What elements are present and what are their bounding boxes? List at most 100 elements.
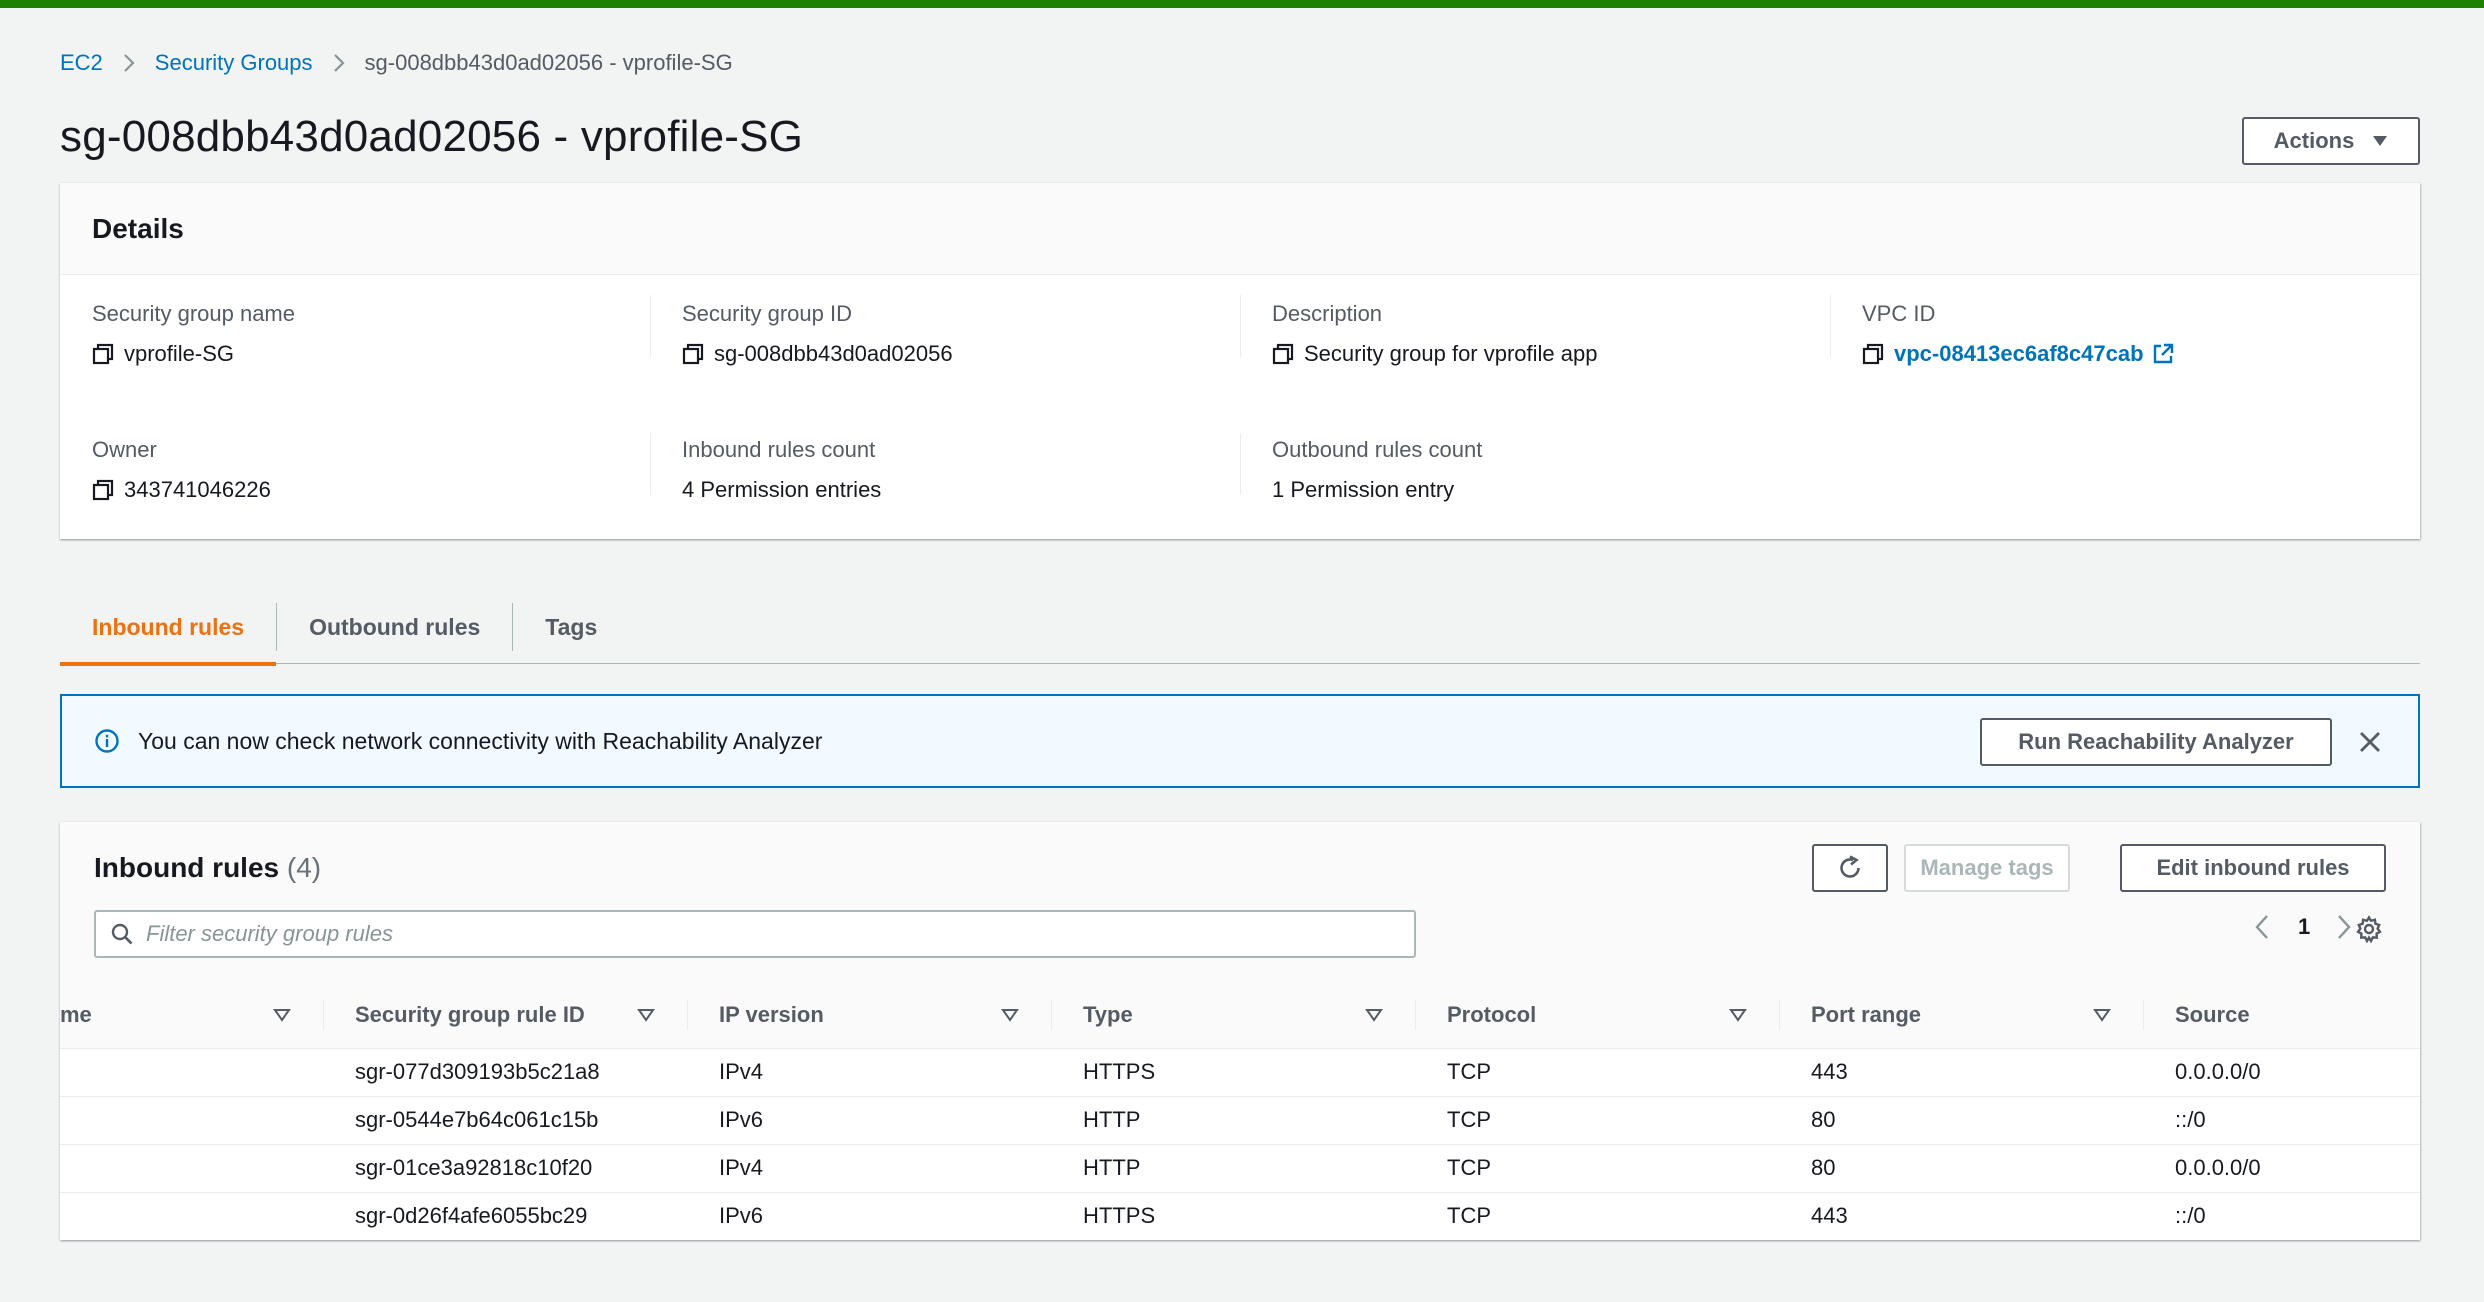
cell-protocol: TCP: [1415, 1144, 1779, 1193]
cell-protocol: TCP: [1415, 1096, 1779, 1145]
page-title: sg-008dbb43d0ad02056 - vprofile-SG: [60, 112, 804, 161]
details-title: Details: [92, 212, 184, 244]
col-header-rule-id[interactable]: Security group rule ID: [323, 982, 687, 1049]
col-header-label: Source: [2175, 1001, 2250, 1027]
outbound-count-field: Outbound rules count 1 Permission entry: [1272, 437, 1482, 503]
cell-name: [60, 1144, 323, 1193]
col-header-protocol[interactable]: Protocol: [1415, 982, 1779, 1049]
breadcrumb-security-groups[interactable]: Security Groups: [155, 50, 313, 76]
sg-name-field: Security group name vprofile-SG: [92, 301, 295, 367]
refresh-icon: [1836, 854, 1864, 882]
inbound-rules-panel: Inbound rules (4) Manage tags Edit inbou…: [60, 822, 2420, 1240]
vpc-id-link[interactable]: vpc-08413ec6af8c47cab: [1894, 341, 2144, 367]
column-divider: [650, 295, 651, 357]
sg-id-label: Security group ID: [682, 301, 852, 326]
filter-input[interactable]: [146, 921, 1346, 947]
owner-label: Owner: [92, 437, 157, 462]
gear-icon[interactable]: [2355, 915, 2383, 943]
details-panel: Details Security group name vprofile-SG …: [60, 183, 2420, 539]
sort-icon[interactable]: [2093, 1008, 2111, 1022]
cell-protocol: TCP: [1415, 1192, 1779, 1240]
col-header-ip-version[interactable]: IP version: [687, 982, 1051, 1049]
col-header-type[interactable]: Type: [1051, 982, 1415, 1049]
col-header-label: me: [60, 1001, 92, 1027]
column-divider: [1240, 295, 1241, 357]
breadcrumb-current: sg-008dbb43d0ad02056 - vprofile-SG: [364, 50, 733, 75]
tab-tags[interactable]: Tags: [513, 590, 629, 664]
inbound-rules-title-text: Inbound rules: [94, 852, 280, 883]
description-value: Security group for vprofile app: [1304, 341, 1598, 366]
copy-icon[interactable]: [92, 343, 114, 365]
close-icon[interactable]: [2358, 730, 2382, 754]
refresh-button[interactable]: [1812, 844, 1888, 892]
col-header-port-range[interactable]: Port range: [1779, 982, 2143, 1049]
chevron-right-icon: [123, 53, 135, 73]
chevron-right-icon[interactable]: [2336, 914, 2352, 940]
cell-rule-id: sgr-0d26f4afe6055bc29: [323, 1192, 687, 1240]
top-status-bar: [0, 0, 2484, 8]
cell-source: 0.0.0.0/0: [2143, 1048, 2420, 1097]
tab-outbound-rules[interactable]: Outbound rules: [277, 590, 512, 664]
inbound-count-field: Inbound rules count 4 Permission entries: [682, 437, 881, 503]
col-header-label: Security group rule ID: [355, 1001, 585, 1027]
rules-tabs: Inbound rules Outbound rules Tags: [60, 590, 2420, 666]
cell-source: 0.0.0.0/0: [2143, 1144, 2420, 1193]
tab-inbound-rules[interactable]: Inbound rules: [60, 590, 277, 666]
table-row[interactable]: sgr-01ce3a92818c10f20 IPv4 HTTP TCP 80 0…: [60, 1144, 2420, 1193]
col-header-name[interactable]: me: [60, 982, 323, 1049]
actions-label: Actions: [2273, 128, 2355, 153]
chevron-left-icon[interactable]: [2254, 914, 2270, 940]
cell-type: HTTP: [1051, 1096, 1415, 1145]
sort-icon[interactable]: [1001, 1008, 1019, 1022]
cell-type: HTTP: [1051, 1144, 1415, 1193]
cell-ip-version: IPv6: [687, 1192, 1051, 1240]
search-icon: [110, 922, 134, 946]
sort-icon[interactable]: [1729, 1008, 1747, 1022]
manage-tags-button[interactable]: Manage tags: [1904, 844, 2070, 892]
actions-button[interactable]: Actions: [2242, 117, 2420, 165]
col-header-label: Type: [1083, 1001, 1133, 1027]
sort-icon[interactable]: [1365, 1008, 1383, 1022]
column-divider: [650, 433, 651, 495]
sg-name-value: vprofile-SG: [124, 341, 235, 366]
caret-down-icon: [2372, 134, 2388, 148]
table-row[interactable]: sgr-077d309193b5c21a8 IPv4 HTTPS TCP 443…: [60, 1048, 2420, 1097]
col-header-label: Protocol: [1447, 1001, 1537, 1027]
cell-type: HTTPS: [1051, 1048, 1415, 1097]
page-number[interactable]: 1: [2298, 914, 2310, 940]
vpc-id-label: VPC ID: [1862, 301, 1936, 326]
col-header-source[interactable]: Source: [2143, 982, 2420, 1049]
copy-icon[interactable]: [682, 343, 704, 365]
sg-name-label: Security group name: [92, 301, 295, 326]
vpc-id-field: VPC ID vpc-08413ec6af8c47cab: [1862, 301, 2174, 367]
sort-icon[interactable]: [637, 1008, 655, 1022]
cell-type: HTTPS: [1051, 1192, 1415, 1240]
copy-icon[interactable]: [1272, 343, 1294, 365]
external-link-icon[interactable]: [2152, 343, 2174, 365]
copy-icon[interactable]: [92, 479, 114, 501]
cell-source: ::/0: [2143, 1192, 2420, 1240]
edit-inbound-rules-button[interactable]: Edit inbound rules: [2120, 844, 2386, 892]
run-reachability-analyzer-button[interactable]: Run Reachability Analyzer: [1980, 718, 2332, 766]
filter-search-box[interactable]: [94, 910, 1416, 958]
table-row[interactable]: sgr-0d26f4afe6055bc29 IPv6 HTTPS TCP 443…: [60, 1192, 2420, 1240]
sg-id-field: Security group ID sg-008dbb43d0ad02056: [682, 301, 953, 367]
info-icon: [94, 728, 120, 754]
inbound-rules-table: me Security group rule ID IP version Typ…: [60, 982, 2420, 1240]
table-row[interactable]: sgr-0544e7b64c061c15b IPv6 HTTP TCP 80 :…: [60, 1096, 2420, 1145]
cell-name: [60, 1048, 323, 1097]
copy-icon[interactable]: [1862, 343, 1884, 365]
inbound-rules-title: Inbound rules (4): [94, 852, 321, 884]
cell-ip-version: IPv4: [687, 1048, 1051, 1097]
sort-icon[interactable]: [273, 1008, 291, 1022]
outbound-count-label: Outbound rules count: [1272, 437, 1483, 462]
col-header-label: IP version: [719, 1001, 824, 1027]
breadcrumb-ec2[interactable]: EC2: [60, 50, 103, 76]
cell-source: ::/0: [2143, 1096, 2420, 1145]
cell-port-range: 80: [1779, 1096, 2143, 1145]
banner-message: You can now check network connectivity w…: [138, 727, 823, 754]
pagination: 1: [2254, 914, 2352, 940]
outbound-count-value: 1 Permission entry: [1272, 477, 1455, 502]
cell-port-range: 443: [1779, 1048, 2143, 1097]
breadcrumb: EC2 Security Groups sg-008dbb43d0ad02056…: [60, 50, 733, 76]
